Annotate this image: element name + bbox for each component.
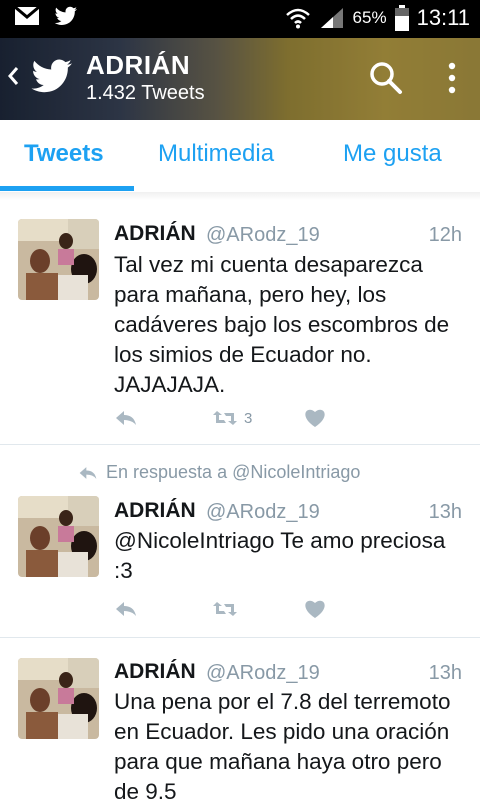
tab-multimedia[interactable]: Multimedia	[158, 140, 274, 168]
battery-percent: 65%	[352, 8, 387, 27]
retweet-button[interactable]: 3	[212, 405, 252, 431]
tabs-shadow	[0, 192, 480, 200]
retweet-icon	[213, 602, 237, 616]
tweet-text: Tal vez mi cuenta desaparezca para mañan…	[114, 252, 450, 397]
heart-icon	[305, 409, 325, 427]
twitter-icon	[54, 6, 78, 26]
reply-context-icon	[79, 466, 97, 479]
profile-header: ADRIÁN 1.432 Tweets	[0, 38, 480, 120]
tweet-time: 12h	[428, 224, 462, 246]
status-bar: 65% 13:11	[0, 0, 480, 38]
gmail-icon	[14, 6, 40, 25]
reply-icon	[116, 602, 136, 616]
tweet-author-handle[interactable]: @ARodz_19	[206, 501, 320, 524]
tweet-actions: 3	[114, 405, 454, 431]
tweet-count: 1.432 Tweets	[86, 82, 205, 104]
profile-name: ADRIÁN	[86, 50, 191, 80]
tweet-text: Una pena por el 7.8 del terremoto en Ecu…	[114, 689, 451, 804]
tweet-item[interactable]: ADRIÁN @ARodz_19 12h Tal vez mi cuenta d…	[0, 200, 480, 444]
retweet-count: 3	[244, 409, 253, 427]
tweet-item[interactable]: En respuesta a @NicoleIntriago ADRIÁN @A…	[0, 445, 480, 637]
back-arrow-icon[interactable]	[6, 64, 20, 88]
tweet-author-name[interactable]: ADRIÁN	[114, 499, 196, 523]
clock: 13:11	[416, 5, 470, 30]
tweet-author-name[interactable]: ADRIÁN	[114, 222, 196, 246]
twitter-bird-icon	[31, 59, 72, 93]
reply-icon	[116, 411, 136, 425]
tweet-author-handle[interactable]: @ARodz_19	[206, 662, 320, 685]
tweet-time: 13h	[428, 662, 462, 684]
retweet-icon	[213, 411, 237, 425]
wifi-icon	[285, 8, 310, 29]
avatar-photo	[18, 219, 99, 300]
avatar[interactable]	[18, 496, 99, 577]
avatar-photo	[18, 658, 99, 739]
reply-button[interactable]	[114, 405, 138, 431]
tweet-time: 13h	[428, 501, 462, 523]
more-vert-icon[interactable]	[440, 58, 464, 98]
like-button[interactable]	[304, 405, 326, 431]
profile-tabs: Tweets Multimedia Me gusta	[0, 120, 480, 193]
reply-button[interactable]	[114, 596, 138, 622]
active-tab-indicator	[0, 186, 134, 191]
battery-icon	[394, 5, 409, 31]
like-button[interactable]	[304, 596, 326, 622]
signal-icon	[320, 8, 343, 28]
tweet-text: @NicoleIntriago Te amo preciosa :3	[114, 528, 446, 583]
reply-context-text: En respuesta a @NicoleIntriago	[106, 462, 361, 482]
tweet-item[interactable]: ADRIÁN @ARodz_19 13h Una pena por el 7.8…	[0, 638, 480, 804]
tweet-actions	[114, 596, 454, 622]
avatar-photo	[18, 496, 99, 577]
tab-tweets[interactable]: Tweets	[24, 140, 104, 168]
heart-icon	[305, 600, 325, 618]
search-icon[interactable]	[368, 60, 404, 96]
avatar[interactable]	[18, 658, 99, 739]
avatar[interactable]	[18, 219, 99, 300]
tab-me-gusta[interactable]: Me gusta	[343, 140, 442, 168]
retweet-button[interactable]	[212, 596, 238, 622]
tweet-author-name[interactable]: ADRIÁN	[114, 660, 196, 684]
tweet-author-handle[interactable]: @ARodz_19	[206, 224, 320, 247]
reply-context[interactable]: En respuesta a @NicoleIntriago	[78, 462, 360, 483]
